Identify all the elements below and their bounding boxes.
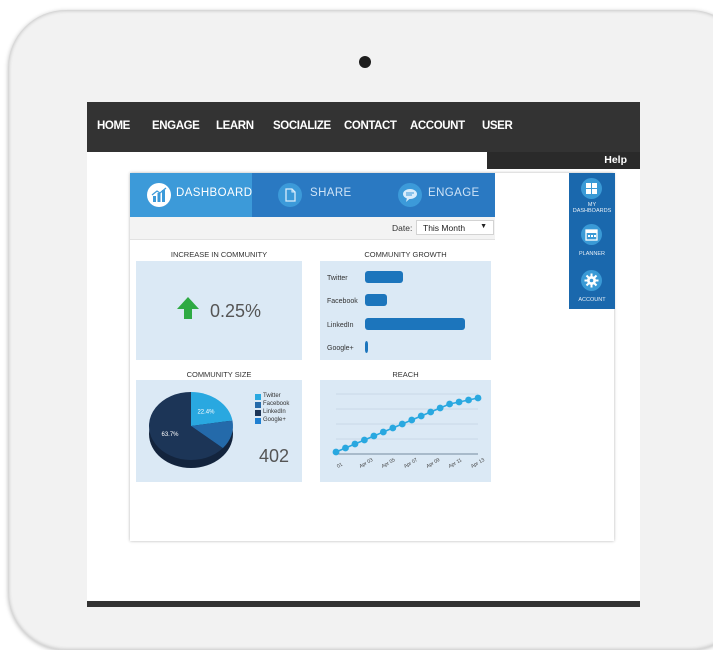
reach-point — [370, 432, 378, 440]
bottom-bar — [87, 601, 640, 607]
screen: HOME ENGAGE LEARN SOCIALIZE CONTACT ACCO… — [87, 102, 640, 607]
caret-down-icon: ▼ — [480, 223, 487, 230]
growth-bar-label: Facebook — [327, 298, 358, 305]
reach-tick-label: 01 — [336, 462, 344, 470]
increase-title: INCREASE IN COMMUNITY — [170, 250, 268, 259]
chart-icon — [147, 183, 171, 207]
sidebar-my-dashboards-label: MY DASHBOARDS — [572, 202, 612, 214]
size-title: COMMUNITY SIZE — [186, 370, 252, 379]
increase-value: 0.25% — [210, 301, 262, 321]
sidebar-account[interactable]: ACCOUNT — [569, 267, 615, 312]
top-nav: HOME ENGAGE LEARN SOCIALIZE CONTACT ACCO… — [87, 102, 640, 152]
nav-home[interactable]: HOME — [97, 120, 130, 132]
tab-dashboard[interactable]: DASHBOARD — [130, 173, 252, 217]
reach-point — [436, 404, 444, 412]
reach-point — [389, 424, 397, 432]
legend-label: LinkedIn — [263, 409, 286, 415]
tab-bar: DASHBOARD SHARE ENGAGE — [130, 173, 495, 217]
nav-account[interactable]: ACCOUNT — [410, 120, 465, 132]
nav-engage[interactable]: ENGAGE — [152, 120, 200, 132]
date-filter-select[interactable]: This Month ▼ — [416, 220, 494, 235]
reach-point — [465, 396, 472, 404]
help-link[interactable]: Help — [604, 154, 627, 166]
reach-point — [474, 394, 482, 402]
date-filter-value: This Month — [423, 223, 466, 233]
reach-chart: 01 Apr 03 Apr 05 Apr 07 Apr 09 Apr 11 Apr 13 — [332, 393, 486, 470]
document-icon — [278, 183, 302, 207]
growth-chart: Twitter Facebook LinkedIn Google+ — [327, 271, 465, 353]
reach-point — [342, 444, 349, 452]
nav-socialize[interactable]: SOCIALIZE — [273, 120, 331, 132]
reach-title: REACH — [392, 370, 419, 379]
size-panel: 22.4% 63.7% Twitter Facebook LinkedIn Google… — [136, 380, 302, 482]
growth-bar — [365, 294, 387, 306]
reach-tick-label: Apr 07 — [403, 457, 419, 470]
reach-point — [455, 398, 463, 406]
legend-swatch — [255, 418, 261, 424]
date-filter-bar: Date: This Month ▼ — [130, 217, 495, 240]
tab-share-label: SHARE — [310, 187, 352, 199]
growth-bar — [365, 341, 368, 353]
reach-tick-label: Apr 13 — [470, 457, 486, 470]
pie-data-label: 63.7% — [161, 432, 179, 438]
pie-data-label: 22.4% — [197, 410, 215, 416]
growth-bar-label: Twitter — [327, 275, 348, 282]
sidebar-my-dashboards[interactable]: MY DASHBOARDS — [569, 175, 615, 220]
legend-label: Google+ — [263, 417, 286, 423]
legend-label: Twitter — [263, 393, 281, 399]
growth-panel: Twitter Facebook LinkedIn Google+ — [320, 261, 491, 360]
tab-engage[interactable]: ENGAGE — [373, 173, 495, 217]
sidebar-planner-label: PLANNER — [579, 251, 605, 257]
reach-tick-label: Apr 11 — [448, 457, 464, 469]
pie-chart: 22.4% 63.7% — [149, 392, 233, 468]
chat-bubble-icon — [398, 183, 422, 207]
reach-tick-label: Apr 03 — [358, 457, 374, 470]
reach-tick-label: Apr 05 — [381, 457, 397, 470]
reach-point — [408, 416, 416, 424]
reach-point — [427, 408, 435, 416]
tab-engage-label: ENGAGE — [428, 187, 480, 199]
growth-bar — [365, 318, 465, 330]
reach-point — [398, 420, 406, 428]
gear-icon — [581, 270, 602, 291]
tablet-camera — [359, 56, 371, 68]
dashboard-app: DASHBOARD SHARE ENGAGE Date: This Month … — [130, 173, 614, 541]
right-sidebar: MY DASHBOARDS PLANNER ACCOUNT — [569, 173, 615, 309]
nav-learn[interactable]: LEARN — [216, 120, 254, 132]
legend-label: Facebook — [263, 401, 290, 407]
reach-panel: 01 Apr 03 Apr 05 Apr 07 Apr 09 Apr 11 Apr 13 — [320, 380, 491, 482]
growth-bar-label: Google+ — [327, 345, 354, 352]
grid-icon — [581, 178, 602, 199]
reach-tick-label: Apr 09 — [425, 457, 441, 470]
legend-swatch — [255, 394, 261, 400]
reach-point — [417, 412, 425, 420]
sidebar-planner[interactable]: PLANNER — [569, 221, 615, 266]
growth-bar — [365, 271, 403, 283]
tab-dashboard-label: DASHBOARD — [176, 187, 253, 199]
reach-point — [379, 428, 387, 436]
reach-point — [446, 400, 453, 408]
growth-bar-label: LinkedIn — [327, 322, 354, 329]
growth-title: COMMUNITY GROWTH — [364, 250, 447, 259]
tab-share[interactable]: SHARE — [252, 173, 373, 217]
nav-user[interactable]: USER — [482, 120, 513, 132]
reach-point — [361, 436, 368, 444]
reach-point — [332, 448, 340, 456]
date-filter-label: Date: — [392, 223, 413, 233]
increase-panel: 0.25% — [136, 261, 302, 360]
size-total: 402 — [259, 446, 290, 466]
sidebar-account-label: ACCOUNT — [578, 297, 606, 303]
legend-swatch — [255, 402, 261, 408]
reach-point — [351, 440, 359, 448]
nav-contact[interactable]: CONTACT — [344, 120, 397, 132]
help-bar: Help — [487, 152, 640, 169]
up-arrow-icon — [177, 297, 199, 319]
legend-swatch — [255, 410, 261, 416]
calendar-icon — [581, 224, 602, 245]
